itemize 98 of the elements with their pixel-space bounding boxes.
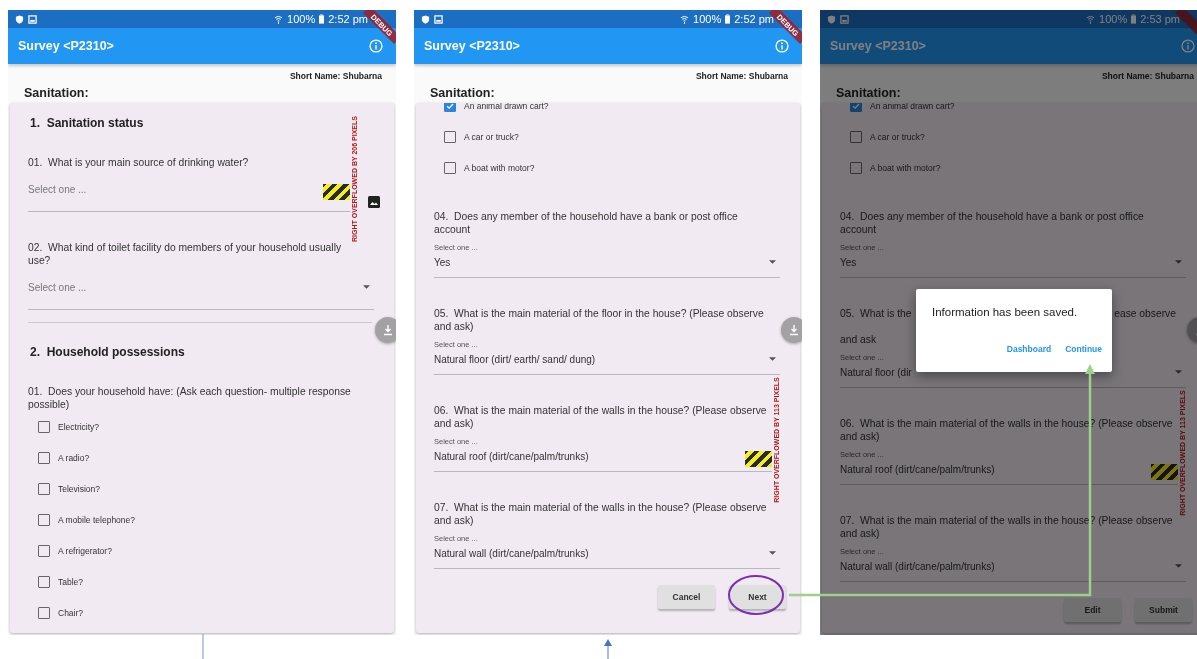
caret-icon: [769, 357, 776, 361]
question-text: 07. What is the main material of the walls in the house? (Please observe and ask): [434, 501, 768, 527]
question-text: 05. What is the main material of the floor in the house? (Please observe and ask): [434, 307, 765, 333]
section-title: 2. Household possessions: [29, 344, 185, 361]
overflow-stripes-icon: [323, 184, 350, 200]
checkbox[interactable]: [38, 513, 50, 526]
battery-percent: 100%: [287, 13, 316, 25]
checkbox-label: Electricity?: [58, 421, 100, 432]
checkbox[interactable]: [38, 575, 50, 588]
battery-percent: 100%: [1099, 13, 1128, 25]
dialog-button[interactable]: Continue: [1065, 344, 1102, 354]
question-text: 01. What is your main source of drinking water?: [28, 156, 249, 169]
wifi-icon: [274, 14, 284, 24]
dropdown-placeholder: Select one ...: [28, 183, 87, 195]
checkbox[interactable]: [444, 161, 456, 174]
shield-icon: [421, 14, 430, 24]
image-icon: [840, 14, 849, 24]
form-button[interactable]: Edit: [1064, 598, 1121, 622]
highlight-ellipse: [728, 575, 784, 615]
battery-icon: [725, 14, 731, 24]
checkbox-label: A car or truck?: [464, 131, 519, 142]
question-text: and ask: [840, 333, 878, 346]
status-time: 2:52 pm: [734, 13, 774, 25]
caret-icon: [769, 260, 776, 264]
battery-icon: [319, 14, 325, 24]
checkbox-label: Television?: [58, 483, 101, 494]
overflow-stripes-icon: [1151, 464, 1178, 480]
checkbox[interactable]: [38, 420, 50, 433]
overflow-stripes-icon: [745, 451, 772, 467]
short-name: Short Name: Shubarna: [694, 70, 789, 82]
checkbox-label: A refrigerator?: [58, 545, 112, 556]
question-text: 02. What kind of toilet facility do members of your household usually use?: [28, 241, 343, 267]
checkbox-label: Table?: [58, 576, 84, 587]
checkbox-label: A car or truck?: [870, 131, 925, 142]
checkbox[interactable]: [38, 451, 50, 464]
form-button[interactable]: Cancel: [658, 585, 715, 609]
short-name: Short Name: Shubarna: [1100, 70, 1195, 82]
status-time: 2:53 pm: [1140, 13, 1180, 25]
dropdown-value: Yes: [434, 256, 451, 268]
checkbox-label: A boat with motor?: [870, 162, 941, 173]
image-icon: [28, 14, 37, 24]
battery-icon: [1131, 14, 1137, 24]
info-icon[interactable]: [369, 39, 383, 53]
question-text: 01. Does your household have: (Ask each question- multiple response possible): [28, 385, 352, 411]
dropdown-value: Natural wall (dirt/cane/palm/trunks): [434, 547, 589, 559]
dialog-message: Information has been saved.: [932, 305, 1079, 319]
image-icon[interactable]: [368, 196, 380, 208]
shield-icon: [15, 14, 24, 24]
dropdown-value: Natural roof (dirt/cane/palm/trunks): [434, 450, 589, 462]
form-button[interactable]: Submit: [1135, 598, 1192, 622]
app-title: Survey <P2310>: [18, 39, 114, 53]
caret-icon: [363, 285, 370, 289]
page-title: Sanitation:: [835, 85, 902, 101]
download-icon: [382, 324, 394, 336]
app-title: Survey <P2310>: [830, 39, 926, 53]
dialog-button[interactable]: Dashboard: [1006, 344, 1052, 354]
checkbox[interactable]: [38, 544, 50, 557]
section-title: 1. Sanitation status: [29, 115, 144, 132]
caret-icon: [1175, 564, 1182, 568]
checkbox[interactable]: [850, 161, 862, 174]
question-text: 04. Does any member of the household have a bank or post office account: [840, 210, 1145, 236]
caret-icon: [1175, 370, 1182, 374]
up-arrow: [604, 639, 612, 659]
dropdown-field[interactable]: Select one ...: [28, 267, 374, 310]
caret-icon: [769, 551, 776, 555]
download-icon: [788, 324, 800, 336]
page-title: Sanitation:: [429, 85, 496, 101]
question-text: 04. Does any member of the household have a bank or post office account: [434, 210, 739, 236]
status-time: 2:52 pm: [328, 13, 368, 25]
question-text: 06. What is the main material of the walls in the house? (Please observe and ask): [434, 404, 768, 430]
dropdown-placeholder: Select one ...: [28, 281, 87, 293]
dropdown-value: Natural floor (dirt/ earth/ sand/ dung): [434, 353, 596, 365]
checkbox-label: A boat with motor?: [464, 162, 535, 173]
checkbox-label: A radio?: [58, 452, 90, 463]
wifi-icon: [1086, 14, 1096, 24]
form-button[interactable]: Next: [729, 585, 786, 609]
question-text: 05. What is the: [840, 307, 912, 320]
short-name: Short Name: Shubarna: [288, 70, 383, 82]
dropdown-field[interactable]: Select one ...: [28, 169, 350, 212]
checkbox-label: Chair?: [58, 607, 84, 618]
shield-icon: [827, 14, 836, 24]
checkbox[interactable]: [38, 482, 50, 495]
checkbox[interactable]: [38, 606, 50, 619]
checkbox[interactable]: [444, 103, 456, 112]
question-text: ease observe: [1114, 307, 1176, 320]
caret-icon: [1175, 260, 1182, 264]
info-icon[interactable]: [775, 39, 789, 53]
checkbox-label: An animal drawn cart?: [870, 103, 955, 111]
battery-percent: 100%: [693, 13, 722, 25]
wifi-icon: [680, 14, 690, 24]
app-title: Survey <P2310>: [424, 39, 520, 53]
page-title: Sanitation:: [23, 85, 90, 101]
image-icon: [434, 14, 443, 24]
checkbox[interactable]: [850, 130, 862, 143]
checkbox[interactable]: [444, 130, 456, 143]
checkbox-label: A mobile telephone?: [58, 514, 136, 525]
checkbox[interactable]: [850, 103, 862, 112]
checkbox-label: An animal drawn cart?: [464, 103, 549, 111]
